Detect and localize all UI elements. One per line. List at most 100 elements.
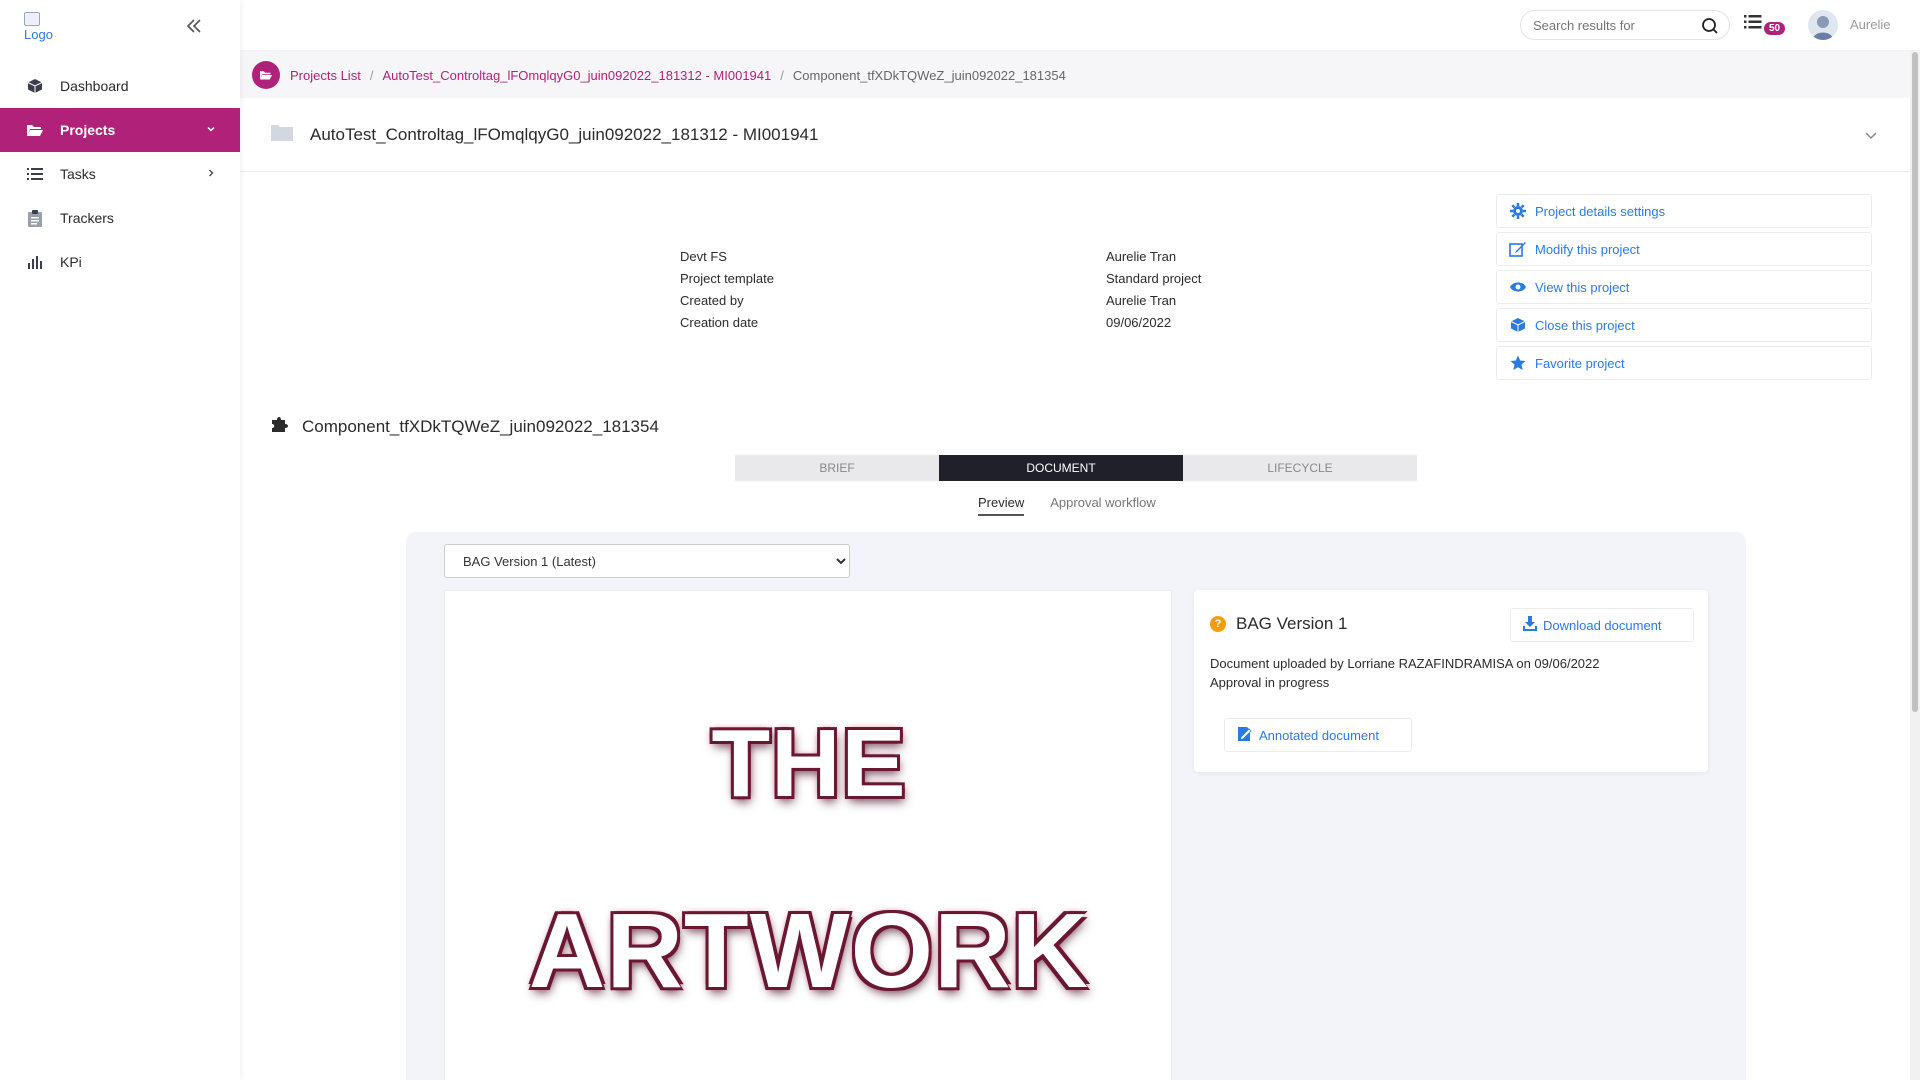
document-subtabs: Preview Approval workflow [978,495,1182,516]
detail-value: 09/06/2022 [1106,315,1172,330]
question-circle-icon: ? [1210,616,1226,632]
detail-row: Devt FS Aurelie Tran [680,246,1201,268]
approval-status-text: Approval in progress [1210,675,1330,690]
scrollbar-thumb[interactable] [1912,52,1918,712]
puzzle-icon [270,414,290,439]
download-icon [1523,616,1537,634]
upload-info-text: Document uploaded by Lorriane RAZAFINDRA… [1210,656,1600,671]
version-select[interactable]: BAG Version 1 (Latest) [444,544,850,578]
sidebar: Logo Dashboard Projects Tasks Trackers K… [0,0,240,1080]
edit-icon [1509,240,1527,258]
sidebar-item-label: Trackers [60,210,114,226]
detail-key: Created by [680,293,744,308]
action-label: Modify this project [1535,241,1640,257]
search-box [1520,10,1730,40]
detail-row: Created by Aurelie Tran [680,290,1201,312]
document-preview[interactable]: THE ARTWORK [444,590,1172,1080]
project-title: AutoTest_Controltag_lFOmqlqyG0_juin09202… [310,124,819,144]
subtab-approval-workflow[interactable]: Approval workflow [1050,495,1156,516]
logo[interactable]: Logo [24,12,60,44]
detail-row: Project template Standard project [680,268,1201,290]
sidebar-item-label: Projects [60,122,116,138]
cube-icon [26,77,44,95]
annotated-label: Annotated document [1259,727,1379,743]
avatar[interactable] [1808,10,1838,40]
broken-image-icon [24,12,40,26]
version-info-card: ? BAG Version 1 Download document Docume… [1194,590,1708,772]
project-details-settings-button[interactable]: Project details settings [1496,194,1872,228]
clipboard-icon [26,209,44,227]
sidebar-item-dashboard[interactable]: Dashboard [0,64,240,108]
close-project-button[interactable]: Close this project [1496,308,1872,342]
action-label: View this project [1535,279,1630,295]
folder-icon [270,122,294,147]
detail-key: Creation date [680,315,759,330]
collapse-sidebar-button[interactable] [184,16,208,40]
annotated-document-button[interactable]: Annotated document [1224,718,1412,752]
tasks-count-badge: 50 [1764,22,1786,35]
list-icon [26,165,44,183]
logo-alt-text: Logo [24,27,53,42]
sidebar-item-projects[interactable]: Projects [0,108,240,152]
subtab-preview[interactable]: Preview [978,495,1025,516]
project-details: Devt FS Aurelie Tran Project template St… [680,246,1201,334]
download-document-button[interactable]: Download document [1510,608,1694,642]
breadcrumb-projects-list[interactable]: Projects List [290,68,361,83]
sidebar-item-label: KPi [60,254,82,270]
folder-open-icon[interactable] [252,61,280,89]
chevron-right-icon [206,167,216,181]
sidebar-item-trackers[interactable]: Trackers [0,196,240,240]
component-tabs: BRIEF DOCUMENT LIFECYCLE [735,455,1417,481]
breadcrumb-project[interactable]: AutoTest_Controltag_lFOmqlqyG0_juin09202… [382,68,771,83]
bar-chart-icon [26,253,44,271]
project-actions: Project details settings Modify this pro… [1496,194,1872,384]
component-title: Component_tfXDkTQWeZ_juin092022_181354 [302,416,659,436]
artwork-text-line1: THE [711,710,907,817]
version-title: BAG Version 1 [1236,614,1348,633]
chevron-down-icon [206,123,216,137]
box-icon [1509,316,1527,334]
modify-project-button[interactable]: Modify this project [1496,232,1872,266]
action-label: Favorite project [1535,355,1625,371]
breadcrumb: Projects List / AutoTest_Controltag_lFOm… [240,52,1910,98]
detail-key: Devt FS [680,249,727,264]
view-project-button[interactable]: View this project [1496,270,1872,304]
star-icon [1509,354,1527,372]
folder-open-icon [26,121,44,139]
breadcrumb-component: Component_tfXDkTQWeZ_juin092022_181354 [792,67,1066,83]
breadcrumb-separator: / [780,67,784,83]
detail-row: Creation date 09/06/2022 [680,312,1201,334]
sidebar-item-label: Dashboard [60,78,129,94]
tab-brief[interactable]: BRIEF [735,455,939,481]
tab-lifecycle[interactable]: LIFECYCLE [1183,455,1417,481]
favorite-project-button[interactable]: Favorite project [1496,346,1872,380]
detail-key: Project template [680,271,774,286]
breadcrumb-separator: / [369,67,374,83]
detail-value: Aurelie Tran [1106,249,1177,264]
document-area: BAG Version 1 (Latest) THE ARTWORK ? BAG… [406,532,1746,1080]
search-input[interactable] [1533,17,1693,33]
annotate-icon [1237,726,1253,745]
action-label: Project details settings [1535,203,1666,219]
tab-document[interactable]: DOCUMENT [939,455,1183,481]
eye-icon [1509,278,1527,296]
sidebar-item-tasks[interactable]: Tasks [0,152,240,196]
user-name[interactable]: Aurelie [1850,17,1890,32]
gear-icon [1509,202,1527,220]
sidebar-item-label: Tasks [60,166,96,182]
chevron-down-icon[interactable] [1864,128,1878,144]
artwork-text-line2: ARTWORK [528,892,1090,1010]
version-info: Document uploaded by Lorriane RAZAFINDRA… [1210,654,1600,692]
search-icon[interactable] [1701,17,1719,38]
project-header[interactable]: AutoTest_Controltag_lFOmqlqyG0_juin09202… [240,98,1910,172]
topbar: 50 Aurelie [240,0,1920,50]
detail-value: Aurelie Tran [1106,293,1177,308]
sidebar-nav: Dashboard Projects Tasks Trackers KPi [0,64,240,284]
download-label: Download document [1543,617,1662,633]
component-heading: Component_tfXDkTQWeZ_juin092022_181354 [270,414,659,439]
version-card-title: ? BAG Version 1 [1210,614,1348,634]
action-label: Close this project [1535,317,1635,333]
detail-value: Standard project [1106,271,1202,286]
sidebar-item-kpi[interactable]: KPi [0,240,240,284]
double-chevron-left-icon [186,19,201,33]
